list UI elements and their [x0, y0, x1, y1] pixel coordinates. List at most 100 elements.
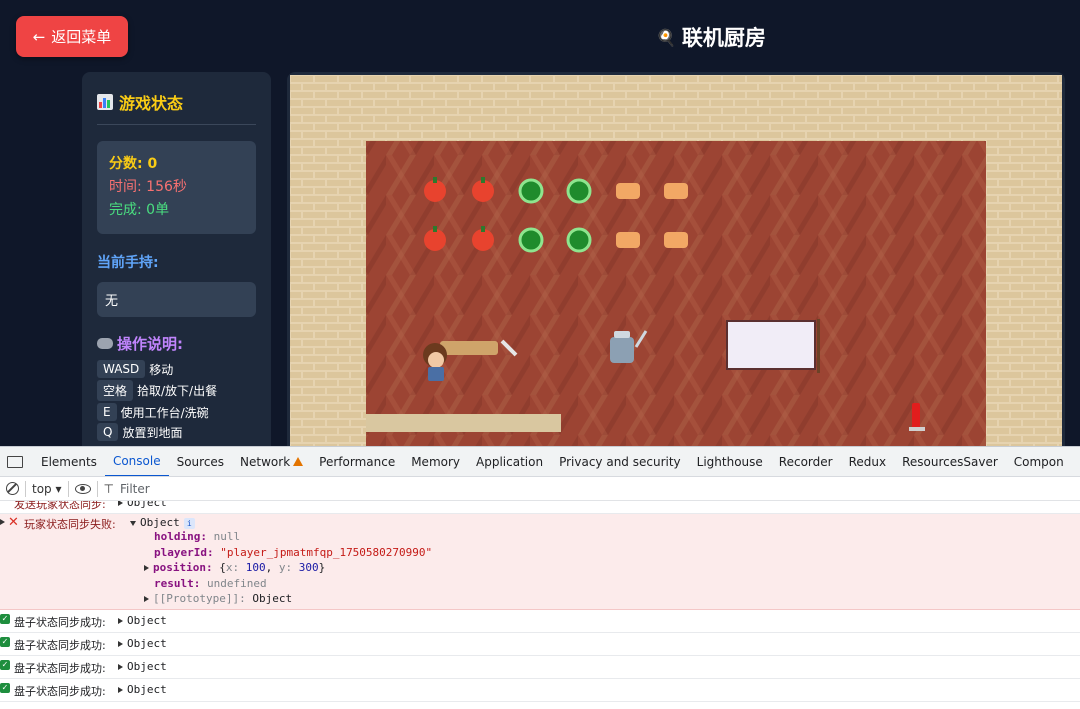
prop-key: position: [153, 561, 213, 574]
object-header[interactable]: Object i [130, 516, 432, 529]
expand-icon [118, 618, 123, 624]
tab-memory[interactable]: Memory [403, 447, 468, 476]
expand-icon [0, 519, 5, 525]
kitchen-scene [290, 75, 1062, 446]
log-message: ✓ 盘子状态同步成功: [0, 660, 118, 676]
prop-key: holding: [154, 530, 207, 543]
chart-icon [97, 94, 113, 110]
tab-recorder[interactable]: Recorder [771, 447, 841, 476]
tab-sources[interactable]: Sources [169, 447, 232, 476]
prop-subkey: y: [278, 561, 293, 574]
prop-value: undefined [206, 576, 267, 590]
log-entry[interactable]: ✓ 盘子状态同步成功: Object [0, 656, 1080, 679]
tab-lighthouse[interactable]: Lighthouse [689, 447, 771, 476]
log-message: ✓ 盘子状态同步成功: [0, 683, 118, 699]
control-item: WASD 移动 [97, 360, 256, 378]
tab-elements[interactable]: Elements [33, 447, 105, 476]
game-page: ← 返回菜单 🍳 联机厨房 游戏状态 分数: 0 时间: 156秒 完成: 0单… [0, 0, 1080, 446]
log-value[interactable]: Object [118, 501, 167, 509]
log-entry[interactable]: ✓ 盘子状态同步成功: Object [0, 679, 1080, 702]
game-canvas[interactable] [287, 72, 1065, 446]
log-value[interactable]: Object [118, 660, 167, 673]
prop-value: Object [252, 592, 293, 605]
console-log-list: 发送玩家状态同步: Object ✕ 玩家状态同步失败: Object i hol… [0, 501, 1080, 702]
error-log-entry[interactable]: ✕ 玩家状态同步失败: Object i holding: null player… [0, 514, 1080, 610]
tab-resourcessaver[interactable]: ResourcesSaver [894, 447, 1006, 476]
sink-table[interactable] [726, 319, 820, 373]
prop-brace: } [318, 561, 326, 574]
back-to-menu-button[interactable]: ← 返回菜单 [16, 16, 128, 57]
log-value[interactable]: Object [118, 614, 167, 627]
prop-subkey: x: [225, 561, 240, 574]
log-message-text: 盘子状态同步成功: [14, 616, 106, 629]
log-message: 发送玩家状态同步: [14, 501, 106, 511]
prop-key: playerId: [154, 545, 214, 559]
status-panel-heading: 游戏状态 [97, 90, 256, 125]
info-icon: i [183, 518, 195, 529]
log-entry[interactable]: ✓ 盘子状态同步成功: Object [0, 633, 1080, 656]
filter-input[interactable]: Filter [120, 482, 150, 496]
completed-text: 完成: 0单 [109, 202, 170, 218]
log-message-text: 盘子状态同步成功: [14, 639, 106, 652]
tab-application[interactable]: Application [468, 447, 551, 476]
toolbar-divider [67, 480, 69, 497]
page-title-text: 联机厨房 [681, 26, 766, 50]
prop-key: result: [154, 576, 201, 590]
stats-box: 分数: 0 时间: 156秒 完成: 0单 [97, 141, 256, 234]
tab-redux[interactable]: Redux [841, 447, 895, 476]
log-value[interactable]: Object [118, 683, 167, 696]
tab-network-label: Network [240, 454, 291, 469]
error-object[interactable]: Object i holding: null playerId: "player_… [130, 516, 432, 607]
tab-privacy[interactable]: Privacy and security [551, 447, 689, 476]
check-icon: ✓ [0, 637, 10, 647]
prop-value: "player_jpmatmfqp_1750580270990" [220, 545, 433, 559]
prop-result: result: undefined [130, 576, 432, 592]
status-heading-text: 游戏状态 [119, 94, 184, 113]
log-value[interactable]: Object [118, 637, 167, 650]
prop-key: [[Prototype]]: [153, 592, 246, 605]
device-toolbar-icon[interactable] [7, 455, 23, 468]
devtools-tabs: Elements Console Sources Network Perform… [0, 447, 1080, 477]
toolbar-divider [25, 480, 26, 497]
log-message-text: 盘子状态同步成功: [14, 685, 106, 698]
tab-network[interactable]: Network [232, 447, 311, 476]
frying-pan-icon: 🍳 [656, 27, 676, 47]
log-entry[interactable]: ✓ 盘子状态同步成功: Object [0, 610, 1080, 633]
prop-value: 300 [298, 561, 319, 574]
collapse-icon [130, 520, 136, 526]
context-selector[interactable]: top ▾ [32, 482, 62, 496]
prop-holding: holding: null [130, 529, 432, 545]
error-x-icon: ✕ [8, 515, 19, 530]
control-desc: 拾取/放下/出餐 [137, 384, 218, 398]
tab-performance[interactable]: Performance [311, 447, 403, 476]
check-icon: ✓ [0, 683, 10, 693]
toolbar-divider [96, 480, 98, 497]
console-toolbar: top ▾ ⊤ Filter [0, 477, 1080, 501]
log-value-text: Object [127, 660, 167, 673]
control-item: Q 放置到地面 [97, 423, 256, 441]
log-value-text: Object [127, 501, 167, 509]
log-value-text: Object [127, 637, 167, 650]
eye-icon[interactable] [74, 483, 91, 494]
prop-position[interactable]: position: {x: 100, y: 300} [130, 560, 432, 576]
key-badge: E [97, 403, 117, 421]
tab-console[interactable]: Console [104, 447, 169, 476]
log-message-text: 盘子状态同步成功: [14, 662, 106, 675]
prop-brace: { [219, 561, 226, 574]
prop-playerid: playerId: "player_jpmatmfqp_175058027099… [130, 545, 432, 561]
prop-value: 100 [245, 561, 266, 574]
score-text: 分数: 0 [109, 156, 158, 172]
error-message: ✕ 玩家状态同步失败: [0, 515, 130, 532]
log-message: ✓ 盘子状态同步成功: [0, 614, 118, 630]
error-message-text: 玩家状态同步失败: [24, 518, 116, 531]
wooden-counter [366, 414, 561, 432]
log-entry-partial[interactable]: 发送玩家状态同步: Object [0, 501, 1080, 514]
tab-components[interactable]: Compon [1006, 447, 1072, 476]
object-label: Object [140, 516, 180, 529]
expand-icon [118, 501, 123, 506]
check-icon: ✓ [0, 660, 10, 670]
prop-prototype[interactable]: [[Prototype]]: Object [130, 591, 432, 607]
back-button-label: 返回菜单 [51, 28, 112, 46]
control-desc: 移动 [149, 362, 174, 377]
clear-console-icon[interactable] [6, 482, 19, 495]
